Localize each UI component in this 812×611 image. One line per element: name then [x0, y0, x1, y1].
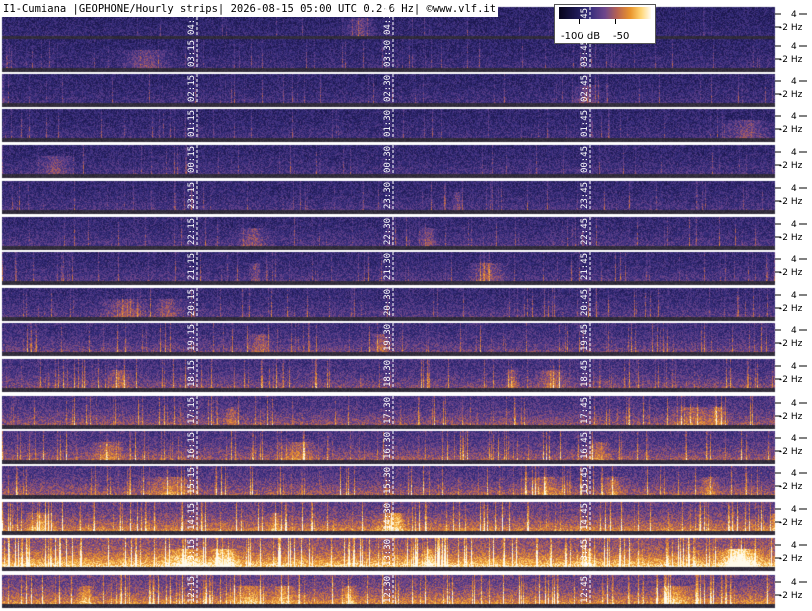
- time-label: 14:45: [580, 503, 590, 530]
- time-label: 14:15: [187, 503, 197, 530]
- y-tick-label: 4: [791, 399, 797, 409]
- y-tick-label: 4: [791, 184, 797, 194]
- time-label: 13:15: [187, 539, 197, 566]
- y-tick-label: -2 Hz: [779, 375, 803, 385]
- time-label: 02:15: [187, 75, 197, 102]
- y-tick-label: 4: [791, 362, 797, 372]
- y-tick-label: 4: [791, 541, 797, 551]
- time-label: 12:15: [187, 576, 197, 603]
- y-tick-label: -2 Hz: [779, 591, 803, 601]
- strip-annotations: 04:15 04:30 04:45 4 -2 Hz 03:15 03:30 03:45 4 -2 …: [187, 7, 807, 604]
- time-label: 15:30: [383, 467, 393, 494]
- y-tick-label: -2 Hz: [779, 125, 803, 135]
- y-tick-label: 4: [791, 578, 797, 588]
- time-label: 21:30: [383, 253, 393, 280]
- time-label: 04:45: [580, 8, 590, 35]
- y-tick-label: -2 Hz: [779, 233, 803, 243]
- time-label: 22:15: [187, 218, 197, 245]
- time-label: 15:15: [187, 467, 197, 494]
- time-label: 16:15: [187, 432, 197, 459]
- time-label: 17:30: [383, 397, 393, 424]
- time-label: 18:45: [580, 360, 590, 387]
- time-label: 13:45: [580, 539, 590, 566]
- time-label: 21:45: [580, 253, 590, 280]
- time-label: 23:45: [580, 182, 590, 209]
- y-tick-label: -2 Hz: [779, 482, 803, 492]
- time-label: 20:30: [383, 289, 393, 316]
- time-label: 04:15: [187, 8, 197, 35]
- time-label: 00:30: [383, 146, 393, 173]
- y-tick-label: -2 Hz: [779, 90, 803, 100]
- time-label: 01:30: [383, 110, 393, 137]
- time-label: 21:15: [187, 253, 197, 280]
- y-tick-label: 4: [791, 220, 797, 230]
- time-label: 22:45: [580, 218, 590, 245]
- time-label: 00:15: [187, 146, 197, 173]
- time-label: 16:30: [383, 432, 393, 459]
- y-tick-label: -2 Hz: [779, 554, 803, 564]
- time-label: 18:30: [383, 360, 393, 387]
- time-label: 17:15: [187, 397, 197, 424]
- y-tick-label: -2 Hz: [779, 412, 803, 422]
- y-tick-label: 4: [791, 505, 797, 515]
- time-label: 23:15: [187, 182, 197, 209]
- time-label: 00:45: [580, 146, 590, 173]
- y-tick-label: 4: [791, 469, 797, 479]
- y-tick-label: 4: [791, 326, 797, 336]
- time-label: 03:30: [383, 40, 393, 67]
- time-label: 12:45: [580, 576, 590, 603]
- y-tick-label: 4: [791, 42, 797, 52]
- time-label: 03:15: [187, 40, 197, 67]
- time-label: 22:30: [383, 218, 393, 245]
- y-tick-label: 4: [791, 255, 797, 265]
- time-label: 20:15: [187, 289, 197, 316]
- time-label: 03:45: [580, 40, 590, 67]
- y-tick-label: -2 Hz: [779, 161, 803, 171]
- y-tick-label: -2 Hz: [779, 23, 803, 33]
- time-label: 20:45: [580, 289, 590, 316]
- time-label: 23:30: [383, 182, 393, 209]
- time-label: 15:45: [580, 467, 590, 494]
- y-tick-label: 4: [791, 10, 797, 20]
- time-label: 19:15: [187, 324, 197, 351]
- y-tick-label: -2 Hz: [779, 55, 803, 65]
- y-tick-label: -2 Hz: [779, 197, 803, 207]
- time-label: 02:45: [580, 75, 590, 102]
- y-tick-label: 4: [791, 77, 797, 87]
- time-label: 04:30: [383, 8, 393, 35]
- time-label: 19:45: [580, 324, 590, 351]
- y-tick-label: -2 Hz: [779, 304, 803, 314]
- time-label: 14:30: [383, 503, 393, 530]
- time-label: 16:45: [580, 432, 590, 459]
- y-tick-label: 4: [791, 148, 797, 158]
- time-label: 01:15: [187, 110, 197, 137]
- y-tick-label: -2 Hz: [779, 268, 803, 278]
- time-label: 19:30: [383, 324, 393, 351]
- time-label: 01:45: [580, 110, 590, 137]
- time-label: 02:30: [383, 75, 393, 102]
- time-label: 17:45: [580, 397, 590, 424]
- time-label: 12:30: [383, 576, 393, 603]
- y-tick-label: 4: [791, 112, 797, 122]
- y-tick-label: 4: [791, 434, 797, 444]
- y-tick-label: -2 Hz: [779, 518, 803, 528]
- time-label: 18:15: [187, 360, 197, 387]
- time-label: 13:30: [383, 539, 393, 566]
- y-tick-label: -2 Hz: [779, 339, 803, 349]
- y-tick-label: 4: [791, 291, 797, 301]
- y-tick-label: -2 Hz: [779, 447, 803, 457]
